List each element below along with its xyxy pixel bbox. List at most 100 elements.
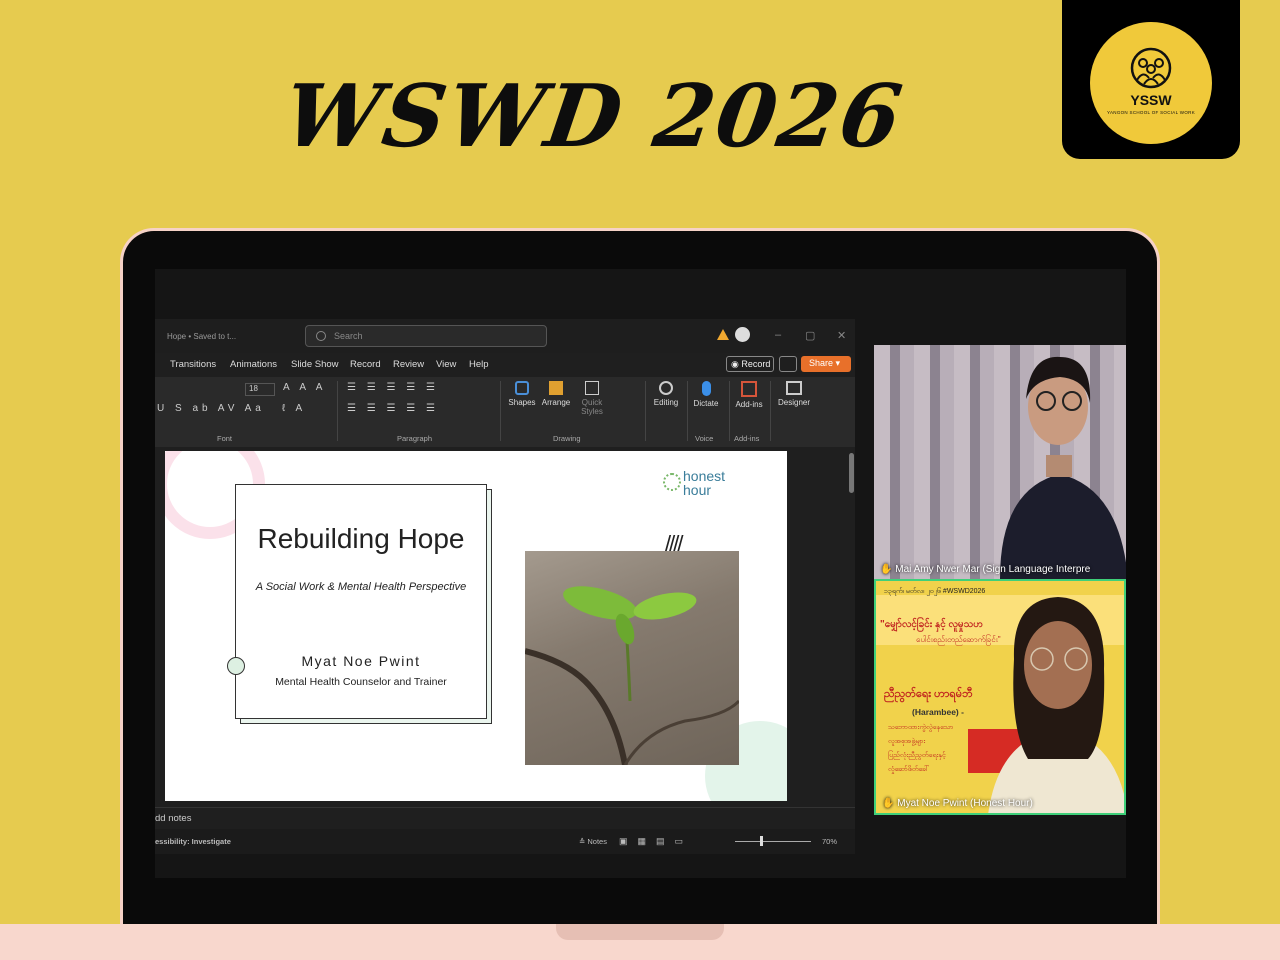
shapes-icon	[515, 381, 529, 395]
poster-line: လှုံဆော်ဖိတ်ခေါ်	[888, 766, 930, 773]
video-tile-interpreter[interactable]: ✋ Mai Amy Nwer Mar (Sign Language Interp…	[874, 345, 1126, 579]
participant-name: ✋ Myat Noe Pwint (Honest Hour)	[882, 798, 1033, 809]
poster-line: ပြည်လုံးညီညွတ်ရေးနှင့်	[888, 752, 946, 759]
poster-body: သဘောထားကွဲလွဲနေသော လူအစုအဖွဲ့များ ပြည်လု…	[888, 721, 953, 777]
zoom-screen: Hope • Saved to t... Search – ▢ ✕ Transi…	[155, 269, 1126, 878]
magnifier-icon	[659, 381, 673, 395]
add-ins-label: Add-ins	[735, 400, 763, 409]
notes-toggle-label: Notes	[587, 837, 607, 846]
view-buttons[interactable]: ▣▦▤▭	[619, 836, 693, 847]
accessibility-status[interactable]: essibility: Investigate	[155, 837, 231, 846]
yssw-logo: YSSW YANGON SCHOOL OF SOCIAL WORK	[1062, 0, 1240, 159]
search-placeholder: Search	[334, 331, 363, 341]
poster-line: သဘောထားကွဲလွဲနေသော	[888, 724, 954, 731]
share-label: Share	[809, 358, 834, 368]
people-icon	[1130, 47, 1172, 89]
minimize-icon[interactable]: –	[775, 329, 781, 341]
slide-author: Myat Noe Pwint	[301, 653, 421, 669]
honest-hour-logo-icon	[663, 473, 681, 491]
comments-button[interactable]	[779, 356, 797, 372]
tab-slide-show[interactable]: Slide Show	[291, 359, 339, 370]
poster-heading-sub: (Harambee) -	[912, 707, 964, 717]
powerpoint-window: Hope • Saved to t... Search – ▢ ✕ Transi…	[155, 319, 855, 854]
add-ins-button[interactable]: Add-ins	[731, 381, 767, 409]
slide-role: Mental Health Counselor and Trainer	[275, 676, 447, 688]
participant-name-text: Myat Noe Pwint (Honest Hour)	[897, 798, 1033, 809]
dictate-label: Dictate	[693, 399, 719, 408]
divider	[770, 381, 771, 441]
logo-initials: YSSW	[1130, 92, 1172, 108]
arrange-button[interactable]: Arrange	[539, 381, 573, 407]
font-grow-shrink[interactable]: A A A	[283, 382, 326, 393]
slide-title: Rebuilding Hope	[257, 523, 465, 554]
group-drawing: Drawing	[553, 434, 581, 443]
participant-name: ✋ Mai Amy Nwer Mar (Sign Language Interp…	[880, 564, 1091, 575]
record-button[interactable]: ◉ Record	[726, 356, 774, 372]
headline: WSWD 2026	[277, 66, 910, 167]
video-tile-speaker[interactable]: ၁၃ရက်၊ မတ်လ၊ ၂၀၂၆ #WSWD2026 "မျှော်လင့်ခ…	[874, 579, 1126, 815]
divider	[729, 381, 730, 441]
close-icon[interactable]: ✕	[837, 329, 846, 342]
tab-record[interactable]: Record	[350, 359, 381, 370]
arrange-icon	[549, 381, 563, 395]
tab-transitions[interactable]: Transitions	[170, 359, 216, 370]
shapes-button[interactable]: Shapes	[507, 381, 537, 407]
laptop-notch	[556, 924, 724, 940]
dictate-button[interactable]: Dictate	[689, 381, 723, 408]
quick-styles-label: Quick Styles	[581, 398, 603, 416]
brand-line1: honest	[683, 468, 726, 484]
microphone-icon	[701, 381, 711, 396]
arrange-label: Arrange	[541, 398, 571, 407]
align-controls[interactable]: ☰ ☰ ☰ ☰ ☰	[347, 403, 439, 414]
maximize-icon[interactable]: ▢	[805, 329, 815, 342]
zoom-slider-handle[interactable]	[760, 836, 763, 846]
title-bar: Hope • Saved to t... Search – ▢ ✕	[155, 319, 855, 353]
quick-styles-icon	[585, 381, 599, 395]
participant-name-text: Mai Amy Nwer Mar (Sign Language Interpre	[895, 564, 1091, 575]
add-ins-icon	[741, 381, 757, 397]
slide-canvas: Rebuilding Hope A Social Work & Mental H…	[155, 447, 855, 807]
zoom-level[interactable]: 70%	[822, 837, 837, 846]
font-format-row[interactable]: U S ab AV Aa	[157, 403, 265, 414]
search-input[interactable]: Search	[305, 325, 547, 347]
zoom-slider[interactable]	[735, 841, 811, 842]
divider	[337, 381, 338, 441]
speaker-video	[988, 597, 1124, 813]
share-button[interactable]: Share ▾	[801, 356, 851, 372]
poster-line: လူအစုအဖွဲ့များ	[888, 738, 926, 745]
list-controls[interactable]: ☰ ☰ ☰ ☰ ☰	[347, 382, 439, 393]
interpreter-video	[1000, 356, 1126, 579]
quick-styles-button[interactable]: Quick Styles	[575, 381, 609, 416]
divider	[687, 381, 688, 441]
record-label: Record	[741, 359, 771, 369]
slide[interactable]: Rebuilding Hope A Social Work & Mental H…	[165, 451, 787, 801]
tab-view[interactable]: View	[436, 359, 456, 370]
search-icon	[316, 331, 326, 341]
account-icon[interactable]	[735, 327, 750, 342]
tab-help[interactable]: Help	[469, 359, 489, 370]
divider	[645, 381, 646, 441]
notes-pane[interactable]: dd notes	[155, 807, 855, 829]
poster-quote: "မျှော်လင့်ခြင်း နှင့် လူမှုသဟ	[880, 619, 984, 630]
logo-full-name: YANGON SCHOOL OF SOCIAL WORK	[1107, 110, 1195, 115]
notes-toggle[interactable]: ≙ Notes	[579, 837, 607, 846]
seedling-photo	[525, 551, 739, 765]
poster-heading: ညီညွတ်ရေး ဟာရမ်ဘီ	[884, 688, 973, 700]
brand-line2: hour	[683, 482, 712, 498]
editing-button[interactable]: Editing	[649, 381, 683, 407]
document-title[interactable]: Hope • Saved to t...	[167, 332, 236, 341]
tab-animations[interactable]: Animations	[230, 359, 277, 370]
group-voice: Voice	[695, 434, 714, 443]
shapes-label: Shapes	[508, 398, 536, 407]
ribbon: 18 A A A U S ab AV Aa ℓ A ☰ ☰ ☰ ☰ ☰ ☰ ☰ …	[155, 377, 855, 447]
divider	[500, 381, 501, 441]
font-size-box[interactable]: 18	[245, 383, 275, 396]
group-paragraph: Paragraph	[397, 434, 433, 443]
vertical-scrollbar[interactable]	[849, 453, 854, 493]
warning-icon[interactable]	[717, 329, 729, 340]
font-color-row[interactable]: ℓ A	[282, 403, 306, 414]
slide-subtitle: A Social Work & Mental Health Perspectiv…	[255, 581, 467, 593]
designer-button[interactable]: Designer	[773, 381, 815, 407]
tab-review[interactable]: Review	[393, 359, 424, 370]
logo-circle: YSSW YANGON SCHOOL OF SOCIAL WORK	[1090, 22, 1212, 144]
